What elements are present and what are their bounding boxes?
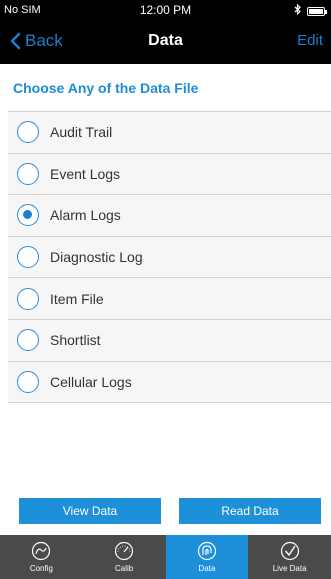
status-icons — [294, 3, 327, 18]
data-file-list: Audit Trail Event Logs Alarm Logs Diagno… — [8, 111, 331, 404]
option-item-file[interactable]: Item File — [8, 278, 331, 320]
tab-label: Live Data — [272, 564, 307, 573]
clock: 12:00 PM — [139, 3, 192, 17]
battery-icon — [307, 6, 327, 16]
option-audit-trail[interactable]: Audit Trail — [8, 112, 331, 154]
option-event-logs[interactable]: Event Logs — [8, 154, 331, 196]
gauge-icon — [115, 541, 134, 561]
data-icon — [197, 541, 216, 561]
radio-button[interactable] — [17, 370, 39, 393]
view-data-button[interactable]: View Data — [19, 498, 161, 524]
option-label: Diagnostic Log — [50, 249, 143, 266]
radio-button[interactable] — [17, 246, 39, 269]
option-label: Alarm Logs — [50, 207, 121, 224]
tab-calib[interactable]: Calib — [83, 535, 166, 579]
radio-button[interactable] — [17, 162, 39, 185]
option-label: Audit Trail — [50, 124, 113, 141]
bluetooth-icon — [294, 3, 301, 18]
radio-button[interactable] — [17, 329, 39, 352]
section-heading: Choose Any of the Data File — [13, 80, 199, 96]
tab-live-data[interactable]: Live Data — [248, 535, 331, 579]
radio-button[interactable] — [17, 287, 39, 310]
edit-button[interactable]: Edit — [297, 32, 323, 49]
navigation-bar: Back Data Edit — [0, 20, 331, 64]
option-cellular-logs[interactable]: Cellular Logs — [8, 362, 331, 404]
checkmark-circle-icon — [280, 541, 299, 561]
radio-button[interactable] — [17, 121, 39, 144]
option-diagnostic-log[interactable]: Diagnostic Log — [8, 237, 331, 279]
option-label: Event Logs — [50, 165, 121, 182]
tab-label: Config — [29, 564, 53, 573]
tab-config[interactable]: Config — [0, 535, 83, 579]
radio-button-selected[interactable] — [17, 204, 39, 227]
page-title: Data — [148, 32, 183, 49]
tab-label: Data — [198, 564, 216, 573]
option-shortlist[interactable]: Shortlist — [8, 320, 331, 362]
config-icon — [32, 541, 51, 561]
read-data-button[interactable]: Read Data — [179, 498, 321, 524]
tab-bar: Config Calib Data Live Data — [0, 535, 331, 579]
status-bar: No SIM 12:00 PM — [0, 0, 331, 20]
option-label: Item File — [50, 290, 104, 307]
tab-label: Calib — [115, 564, 134, 573]
option-label: Cellular Logs — [50, 373, 132, 390]
option-alarm-logs[interactable]: Alarm Logs — [8, 195, 331, 237]
option-label: Shortlist — [50, 332, 101, 349]
tab-data[interactable]: Data — [165, 535, 249, 579]
